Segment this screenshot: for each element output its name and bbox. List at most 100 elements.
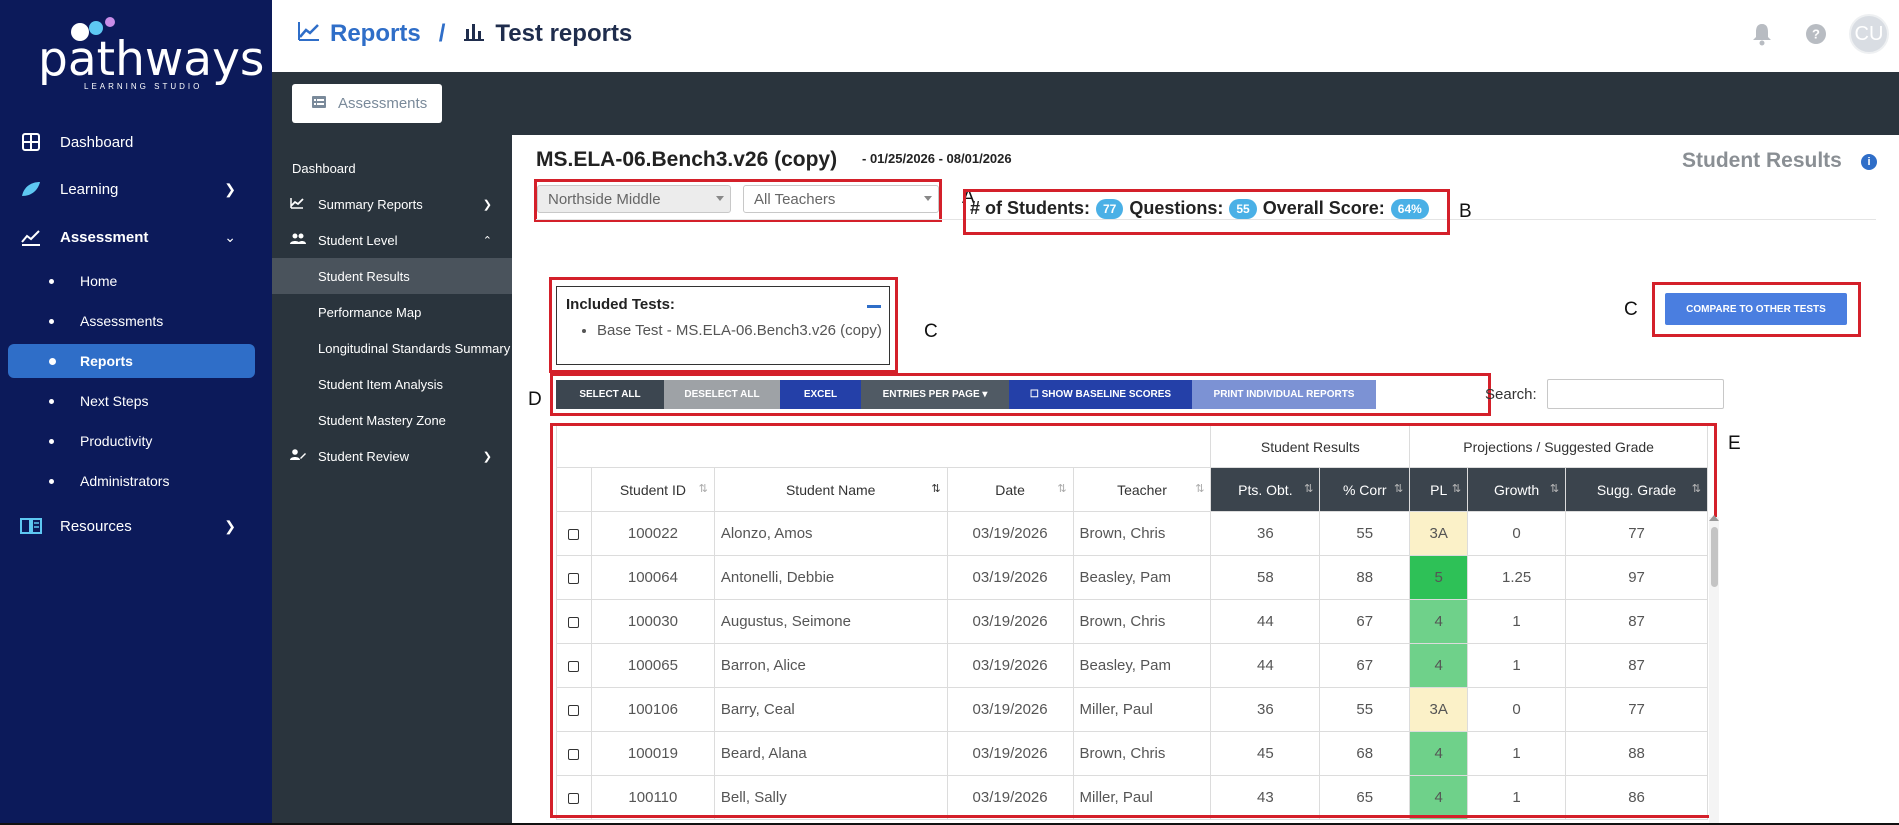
nav-dashboard[interactable]: Dashboard <box>0 124 272 160</box>
subnav-student-review[interactable]: Student Review ❯ <box>272 438 512 474</box>
subnav-dashboard[interactable]: Dashboard <box>272 150 512 186</box>
assessments-tab[interactable]: Assessments <box>292 84 442 123</box>
brand-name: pathways <box>38 32 265 87</box>
chevron-right-icon: ❯ <box>224 517 236 534</box>
included-tests-panel: Included Tests: Base Test - MS.ELA-06.Be… <box>556 286 890 365</box>
breadcrumb-reports[interactable]: Reports <box>330 20 421 48</box>
subnav-child-label: Longitudinal Standards Summary <box>318 340 511 356</box>
list-icon <box>312 95 326 112</box>
nav-sub-reports[interactable]: Reports <box>8 344 255 378</box>
page-title: MS.ELA-06.Bench3.v26 (copy) <box>536 148 838 171</box>
brand-tagline: LEARNING STUDIO <box>84 82 203 91</box>
nav-assessment-label: Assessment <box>60 228 149 246</box>
nav-sub-home[interactable]: Home <box>0 264 272 298</box>
nav-resources[interactable]: Resources ❯ <box>0 508 272 544</box>
assessment-chart-icon <box>20 226 42 248</box>
bar-chart-icon <box>463 20 485 48</box>
leaf-icon <box>20 178 42 200</box>
callout-box-e <box>550 423 1717 818</box>
nav-sub-label: Administrators <box>80 473 170 489</box>
select-all-button[interactable]: SELECT ALL <box>556 380 664 409</box>
callout-label-c-left: C <box>924 321 938 342</box>
subnav-longitudinal-standards[interactable]: Longitudinal Standards Summary <box>272 330 512 366</box>
subnav-student-item-analysis[interactable]: Student Item Analysis <box>272 366 512 402</box>
subnav-performance-map[interactable]: Performance Map <box>272 294 512 330</box>
nav-sub-assessments[interactable]: Assessments <box>0 304 272 338</box>
search-input[interactable] <box>1547 379 1724 409</box>
subnav-child-label: Performance Map <box>318 304 422 320</box>
nav-sub-label: Next Steps <box>80 393 149 409</box>
nav-sub-productivity[interactable]: Productivity <box>0 424 272 458</box>
book-icon <box>20 515 42 537</box>
reports-chart-icon <box>298 20 320 48</box>
nav-assessment[interactable]: Assessment ⌄ <box>0 219 272 255</box>
callout-label-c-right: C <box>1624 299 1638 320</box>
callout-box-a <box>534 179 942 222</box>
subnav-child-label: Student Item Analysis <box>318 376 444 392</box>
excel-button[interactable]: EXCEL <box>780 380 861 409</box>
bullet-icon <box>49 438 54 444</box>
subnav-student-level-label: Student Level <box>318 232 398 248</box>
user-avatar[interactable]: CU <box>1849 14 1889 54</box>
bullet-icon <box>49 398 54 404</box>
nav-sub-label: Assessments <box>80 313 164 329</box>
bullet-icon <box>49 357 56 365</box>
subnav-student-mastery-zone[interactable]: Student Mastery Zone <box>272 402 512 438</box>
header-bar: Reports / Test reports ? CU <box>272 0 1899 72</box>
bullet-icon <box>49 478 54 484</box>
nav-resources-label: Resources <box>60 517 132 535</box>
nav-sub-next-steps[interactable]: Next Steps <box>0 384 272 418</box>
bullet-icon <box>49 278 54 284</box>
show-baseline-scores-button[interactable]: ☐ SHOW BASELINE SCORES <box>1009 380 1192 409</box>
help-icon[interactable]: ? <box>1805 23 1827 50</box>
chevron-down-icon: ❯ <box>482 450 492 463</box>
subnav-dashboard-label: Dashboard <box>292 160 356 176</box>
nav-dashboard-label: Dashboard <box>60 133 134 151</box>
subnav-summary-label: Summary Reports <box>318 196 423 212</box>
assessments-tab-label: Assessments <box>338 95 428 112</box>
user-edit-icon <box>290 448 306 464</box>
callout-label-e: E <box>1728 433 1741 454</box>
bullet-icon <box>49 318 54 324</box>
subnav-summary-reports[interactable]: Summary Reports ❯ <box>272 186 512 222</box>
main-content: MS.ELA-06.Bench3.v26 (copy) - 01/25/2026… <box>512 135 1899 825</box>
left-navigation: pathways LEARNING STUDIO Dashboard Learn… <box>0 0 272 825</box>
nav-sub-administrators[interactable]: Administrators <box>0 464 272 498</box>
nav-learning[interactable]: Learning ❯ <box>0 171 272 207</box>
print-individual-reports-button[interactable]: PRINT INDIVIDUAL REPORTS <box>1192 380 1376 409</box>
nav-sub-label: Productivity <box>80 433 153 449</box>
compare-to-other-tests-button[interactable]: COMPARE TO OTHER TESTS <box>1665 293 1847 325</box>
info-icon[interactable]: i <box>1861 154 1877 170</box>
subnav-child-label: Student Mastery Zone <box>318 412 446 428</box>
scroll-up-icon[interactable] <box>1709 515 1719 521</box>
chevron-right-icon: ❯ <box>224 180 236 197</box>
collapse-icon[interactable] <box>867 305 881 308</box>
callout-label-b: B <box>1459 201 1472 222</box>
breadcrumb: Reports / Test reports <box>298 20 632 48</box>
pathways-logo[interactable]: pathways LEARNING STUDIO <box>38 14 264 91</box>
included-test-item: Base Test - MS.ELA-06.Bench3.v26 (copy) <box>597 322 882 339</box>
subnav-student-results[interactable]: Student Results <box>272 258 512 294</box>
subnav-child-label: Student Results <box>318 268 410 284</box>
breadcrumb-separator: / <box>438 20 446 47</box>
scrollbar-thumb[interactable] <box>1711 527 1718 587</box>
included-tests-heading: Included Tests: <box>566 296 675 313</box>
svg-text:?: ? <box>1812 27 1820 42</box>
subnav-student-level[interactable]: Student Level ⌃ <box>272 222 512 258</box>
bell-icon[interactable] <box>1751 22 1773 51</box>
chart-line-icon <box>290 197 306 212</box>
dashboard-icon <box>20 131 42 153</box>
users-icon <box>290 233 306 248</box>
subnav-student-review-label: Student Review <box>318 448 410 464</box>
chevron-down-icon: ❯ <box>482 198 492 211</box>
callout-box-b <box>963 189 1450 235</box>
entries-per-page-button[interactable]: ENTRIES PER PAGE ▾ <box>861 380 1009 409</box>
breadcrumb-test-reports: Test reports <box>495 20 633 47</box>
nav-sub-label: Reports <box>80 353 133 369</box>
deselect-all-button[interactable]: DESELECT ALL <box>664 380 780 409</box>
nav-learning-label: Learning <box>60 180 119 198</box>
nav-sub-label: Home <box>80 273 118 289</box>
date-range: - 01/25/2026 - 08/01/2026 <box>862 151 1012 166</box>
section-toolbar: Assessments <box>272 72 1899 135</box>
callout-label-d: D <box>528 389 542 410</box>
